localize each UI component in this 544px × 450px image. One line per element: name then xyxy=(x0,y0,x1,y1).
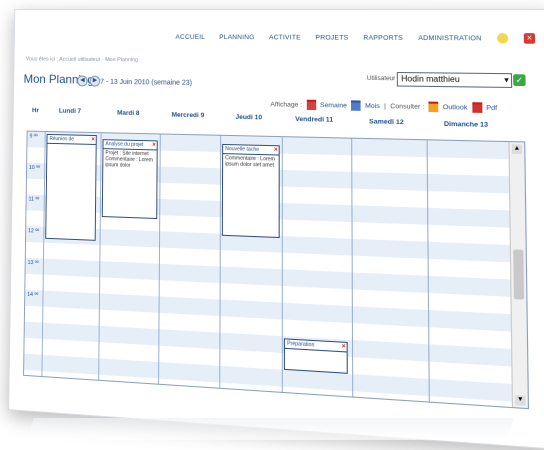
outlook-link[interactable]: Outlook xyxy=(443,103,468,111)
day-header-fri: Vendredi 11 xyxy=(295,115,334,124)
screen-frame: ACCUEIL PLANNING ACTIVITE PROJETS RAPPOR… xyxy=(8,8,544,450)
vertical-scrollbar[interactable]: ▲ ▼ xyxy=(508,142,528,409)
nav-accueil[interactable]: ACCUEIL xyxy=(175,33,205,40)
nav-rapports[interactable]: RAPPORTS xyxy=(363,34,403,41)
day-header-sun: Dimanche 13 xyxy=(443,120,489,129)
event-title: Nouvelle tache xyxy=(225,146,260,153)
hour-label: 13 ºº xyxy=(27,259,39,267)
day-header-tue: Mardi 8 xyxy=(117,109,140,118)
user-label: Utilisateur xyxy=(366,75,396,83)
scroll-down-icon[interactable]: ▼ xyxy=(515,395,526,406)
scrollbar-thumb[interactable] xyxy=(513,249,525,300)
event-title: Préparation xyxy=(287,340,315,349)
floor-reflection xyxy=(25,418,515,440)
user-select[interactable]: Hodin matthieu xyxy=(396,71,513,88)
calendar-week-icon[interactable] xyxy=(306,99,316,111)
day-header-thu: Jeudi 10 xyxy=(235,113,263,122)
outlook-icon[interactable] xyxy=(428,101,439,113)
hour-label: 10 ºº xyxy=(28,164,41,172)
hour-label: 14 ºº xyxy=(27,291,39,299)
delete-event-icon[interactable]: × xyxy=(342,343,346,352)
delete-event-icon[interactable]: × xyxy=(152,141,156,149)
week-nav: ◀ ▶ xyxy=(76,75,101,87)
week-range: 7 - 13 Juin 2010 (semaine 23) xyxy=(100,78,193,87)
nav-administration[interactable]: ADMINISTRATION xyxy=(418,34,481,42)
prev-week-icon[interactable]: ◀ xyxy=(76,75,88,87)
month-view-link[interactable]: Mois xyxy=(365,102,380,109)
week-view-link[interactable]: Semaine xyxy=(320,101,347,109)
column-divider xyxy=(281,137,283,392)
event-card[interactable]: Réunion de × xyxy=(45,133,97,241)
hour-label: 12 ºº xyxy=(28,228,40,235)
event-title: Analyse du projet xyxy=(105,141,144,149)
confirm-icon[interactable]: ✓ xyxy=(513,74,526,87)
close-icon[interactable]: × xyxy=(523,33,536,44)
day-header-sat: Samedi 12 xyxy=(369,118,404,127)
calendar-month-icon[interactable] xyxy=(351,100,361,111)
pdf-icon[interactable] xyxy=(471,102,482,113)
nav-activite[interactable]: ACTIVITE xyxy=(269,34,301,41)
next-week-icon[interactable]: ▶ xyxy=(89,75,101,87)
event-card[interactable]: Nouvelle tache × Commentaire : Lorem ipsu… xyxy=(221,143,280,239)
hour-label: 9 ºº xyxy=(29,133,38,140)
hour-col-header: Hr xyxy=(32,107,39,115)
delete-event-icon[interactable]: × xyxy=(91,136,95,144)
affichage-label: Affichage : xyxy=(270,100,303,109)
pdf-link[interactable]: Pdf xyxy=(486,104,497,112)
event-body: Commentaire : Lorem ipsum dolor siet ame… xyxy=(225,155,275,169)
day-header-mon: Lundi 7 xyxy=(58,107,82,115)
scroll-up-icon[interactable]: ▲ xyxy=(511,144,523,155)
hour-label: 11 ºº xyxy=(28,196,40,203)
nav-planning[interactable]: PLANNING xyxy=(219,33,254,40)
top-nav: ACCUEIL PLANNING ACTIVITE PROJETS RAPPOR… xyxy=(175,32,536,44)
event-title: Réunion de xyxy=(49,135,75,143)
calendar-grid[interactable]: 9 ºº 10 ºº 11 ºº 12 ºº 13 ºº 14 ºº Réuni… xyxy=(23,130,530,410)
event-card[interactable]: Analyse du projet × Projet : Site interne… xyxy=(101,139,158,220)
event-body: Projet : Site internet Commentaire : Lor… xyxy=(105,150,154,169)
help-icon[interactable] xyxy=(496,33,509,44)
delete-event-icon[interactable]: × xyxy=(274,146,278,154)
breadcrumb: Vous êtes ici : Accueil utilisateur · Mo… xyxy=(25,56,139,64)
event-card[interactable]: Préparation × xyxy=(283,338,348,374)
toolbar-separator: | xyxy=(384,102,386,110)
day-header-wed: Mercredi 9 xyxy=(171,111,205,120)
consulter-label: Consulter : xyxy=(390,102,425,111)
nav-projets[interactable]: PROJETS xyxy=(315,34,348,41)
